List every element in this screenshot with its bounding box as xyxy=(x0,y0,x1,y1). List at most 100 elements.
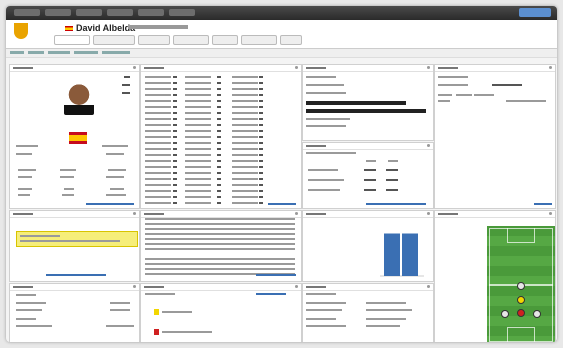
text-line xyxy=(106,176,124,178)
text-line xyxy=(386,169,398,171)
text-line xyxy=(162,311,192,313)
text-line xyxy=(232,184,258,186)
text-line xyxy=(366,302,406,304)
options-icon[interactable] xyxy=(295,66,298,69)
nav-item[interactable] xyxy=(138,9,164,16)
text-line xyxy=(259,172,263,174)
text-line xyxy=(145,124,171,126)
text-line xyxy=(16,325,52,327)
text-line xyxy=(185,118,211,120)
tab[interactable] xyxy=(138,35,170,45)
text-line xyxy=(122,92,130,94)
text-line xyxy=(145,106,171,108)
text-line xyxy=(217,124,221,126)
text-line xyxy=(366,318,406,320)
text-line xyxy=(145,263,295,265)
text-line xyxy=(492,84,522,86)
options-icon[interactable] xyxy=(133,285,136,288)
options-icon[interactable] xyxy=(427,212,430,215)
red-card-icon xyxy=(154,329,159,335)
options-icon[interactable] xyxy=(133,212,136,215)
text-line xyxy=(259,160,263,162)
text-line xyxy=(232,136,258,138)
options-icon[interactable] xyxy=(427,144,430,147)
text-line xyxy=(64,188,74,190)
text-line xyxy=(173,148,177,150)
text-line xyxy=(232,112,258,114)
text-line xyxy=(217,184,221,186)
continue-button[interactable] xyxy=(519,8,551,17)
text-line xyxy=(259,136,263,138)
text-line xyxy=(185,100,211,102)
tab[interactable] xyxy=(212,35,238,45)
tab[interactable] xyxy=(241,35,277,45)
text-line xyxy=(259,142,263,144)
text-line xyxy=(217,94,221,96)
text-line xyxy=(185,88,211,90)
text-line xyxy=(306,118,350,120)
text-line xyxy=(259,130,263,132)
text-line xyxy=(145,268,295,270)
text-line xyxy=(386,179,398,181)
options-icon[interactable] xyxy=(549,66,552,69)
options-icon[interactable] xyxy=(549,212,552,215)
tab[interactable] xyxy=(173,35,209,45)
nav-item[interactable] xyxy=(169,9,195,16)
text-line xyxy=(259,82,263,84)
options-icon[interactable] xyxy=(295,285,298,288)
text-line xyxy=(232,88,258,90)
text-line xyxy=(145,100,171,102)
text-line xyxy=(217,172,221,174)
text-line xyxy=(18,169,36,171)
player-subtitle xyxy=(128,25,188,29)
text-line xyxy=(173,178,177,180)
text-line xyxy=(185,154,211,156)
options-icon[interactable] xyxy=(427,285,430,288)
progress-bar xyxy=(306,109,426,113)
nav-item[interactable] xyxy=(14,9,40,16)
text-line xyxy=(364,189,376,191)
text-line xyxy=(232,106,258,108)
tab-overview[interactable] xyxy=(54,35,90,45)
nav-item[interactable] xyxy=(45,9,71,16)
position-marker xyxy=(517,282,525,290)
text-line xyxy=(232,130,258,132)
text-line xyxy=(259,166,263,168)
text-line xyxy=(232,124,258,126)
text-line xyxy=(256,293,286,295)
text-line xyxy=(173,130,177,132)
text-line xyxy=(185,184,211,186)
text-line xyxy=(217,160,221,162)
text-line xyxy=(173,190,177,192)
tab[interactable] xyxy=(93,35,135,45)
text-line xyxy=(232,196,258,198)
nav-item[interactable] xyxy=(107,9,133,16)
options-icon[interactable] xyxy=(427,66,430,69)
text-line xyxy=(102,145,128,147)
text-line xyxy=(364,169,376,171)
text-line xyxy=(217,196,221,198)
tab[interactable] xyxy=(280,35,302,45)
options-icon[interactable] xyxy=(133,66,136,69)
text-line xyxy=(259,118,263,120)
text-line xyxy=(232,154,258,156)
text-line xyxy=(185,160,211,162)
text-line xyxy=(173,172,177,174)
position-marker xyxy=(517,309,525,317)
text-line xyxy=(306,84,344,86)
nav-item[interactable] xyxy=(76,9,102,16)
text-line xyxy=(259,184,263,186)
text-line xyxy=(173,196,177,198)
player-name: David Albelda xyxy=(76,23,136,33)
text-line xyxy=(217,136,221,138)
text-line xyxy=(366,309,412,311)
text-line xyxy=(145,112,171,114)
text-line xyxy=(306,309,342,311)
options-icon[interactable] xyxy=(295,212,298,215)
progress-bar xyxy=(306,101,406,105)
text-line xyxy=(110,188,124,190)
warning-box xyxy=(16,231,138,247)
text-line xyxy=(217,130,221,132)
text-line xyxy=(259,154,263,156)
text-line xyxy=(185,202,211,204)
